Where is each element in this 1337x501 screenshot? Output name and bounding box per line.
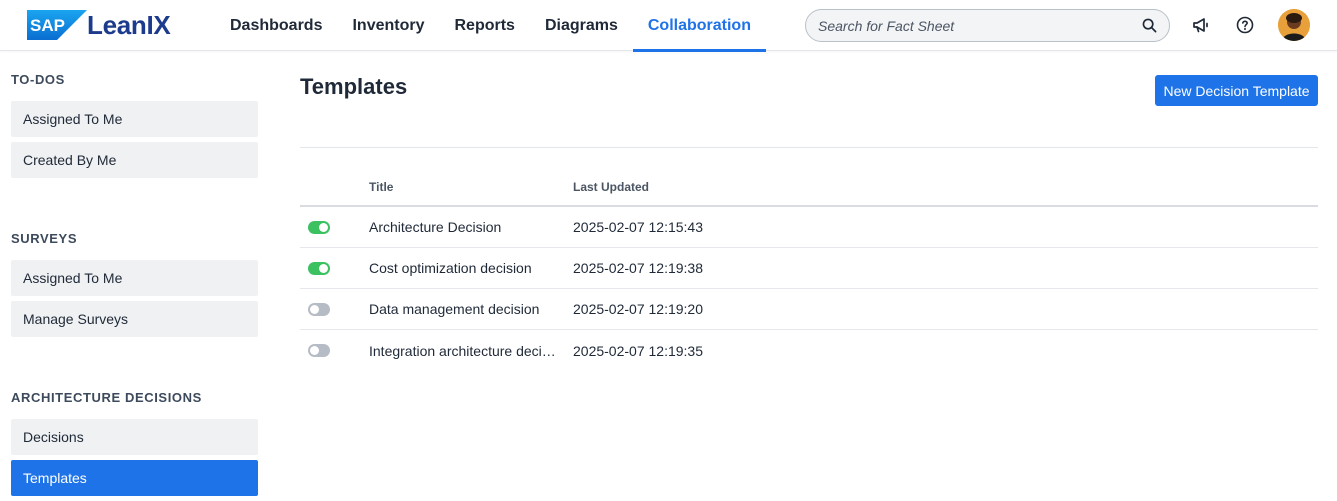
nav-inventory[interactable]: Inventory [337, 0, 439, 51]
template-title[interactable]: Data management decision [369, 301, 573, 317]
table-row[interactable]: Cost optimization decision 2025-02-07 12… [300, 248, 1318, 289]
collaboration-sidebar: TO-DOS Assigned To Me Created By Me SURV… [11, 51, 258, 501]
table-row[interactable]: Integration architecture decision 2025-0… [300, 330, 1318, 371]
section-title-todos: TO-DOS [11, 72, 65, 87]
template-title[interactable]: Cost optimization decision [369, 260, 573, 276]
search-icon[interactable] [1141, 18, 1157, 34]
column-header-last-updated[interactable]: Last Updated [573, 180, 1318, 194]
divider [300, 147, 1318, 148]
sidebar-item-manage-surveys[interactable]: Manage Surveys [11, 301, 258, 337]
template-last-updated: 2025-02-07 12:19:20 [573, 301, 703, 317]
table-row[interactable]: Data management decision 2025-02-07 12:1… [300, 289, 1318, 330]
sidebar-item-todos-created[interactable]: Created By Me [11, 142, 258, 178]
enabled-toggle[interactable] [308, 344, 330, 357]
enabled-toggle[interactable] [308, 261, 330, 275]
leanix-wordmark: LeanIX [87, 9, 171, 40]
help-icon[interactable] [1233, 13, 1257, 37]
new-decision-template-button[interactable]: New Decision Template [1155, 75, 1318, 106]
enabled-toggle[interactable] [308, 220, 330, 234]
table-row[interactable]: Architecture Decision 2025-02-07 12:15:4… [300, 207, 1318, 248]
main-nav: Dashboards Inventory Reports Diagrams Co… [215, 0, 767, 52]
page-title: Templates [300, 74, 408, 99]
section-title-surveys: SURVEYS [11, 231, 78, 246]
enabled-toggle[interactable] [308, 302, 330, 316]
nav-collaboration[interactable]: Collaboration [632, 0, 767, 52]
sidebar-item-todos-assigned[interactable]: Assigned To Me [11, 101, 258, 137]
sap-logo-icon: SAP [27, 10, 87, 40]
template-title[interactable]: Architecture Decision [369, 219, 573, 235]
template-title[interactable]: Integration architecture decision [369, 343, 573, 359]
sidebar-item-decisions[interactable]: Decisions [11, 419, 258, 455]
user-avatar[interactable] [1278, 9, 1310, 41]
nav-diagrams[interactable]: Diagrams [530, 0, 633, 51]
template-last-updated: 2025-02-07 12:19:38 [573, 260, 703, 276]
svg-text:SAP: SAP [30, 16, 65, 35]
section-title-architecture-decisions: ARCHITECTURE DECISIONS [11, 390, 202, 405]
template-last-updated: 2025-02-07 12:19:35 [573, 342, 703, 359]
sap-leanix-logo[interactable]: SAP LeanIX [27, 9, 171, 41]
factsheet-search [805, 9, 1170, 42]
search-input[interactable] [818, 17, 1141, 34]
table-header: Title Last Updated [300, 168, 1318, 207]
sidebar-item-templates[interactable]: Templates [11, 460, 258, 496]
nav-reports[interactable]: Reports [439, 0, 529, 51]
templates-table: Title Last Updated Architecture Decision… [300, 168, 1318, 371]
megaphone-icon[interactable] [1189, 13, 1213, 37]
sidebar-item-surveys-assigned[interactable]: Assigned To Me [11, 260, 258, 296]
column-header-title[interactable]: Title [369, 180, 573, 194]
nav-dashboards[interactable]: Dashboards [215, 0, 337, 51]
top-header: SAP LeanIX Dashboards Inventory Reports … [0, 0, 1337, 52]
template-last-updated: 2025-02-07 12:15:43 [573, 219, 703, 235]
